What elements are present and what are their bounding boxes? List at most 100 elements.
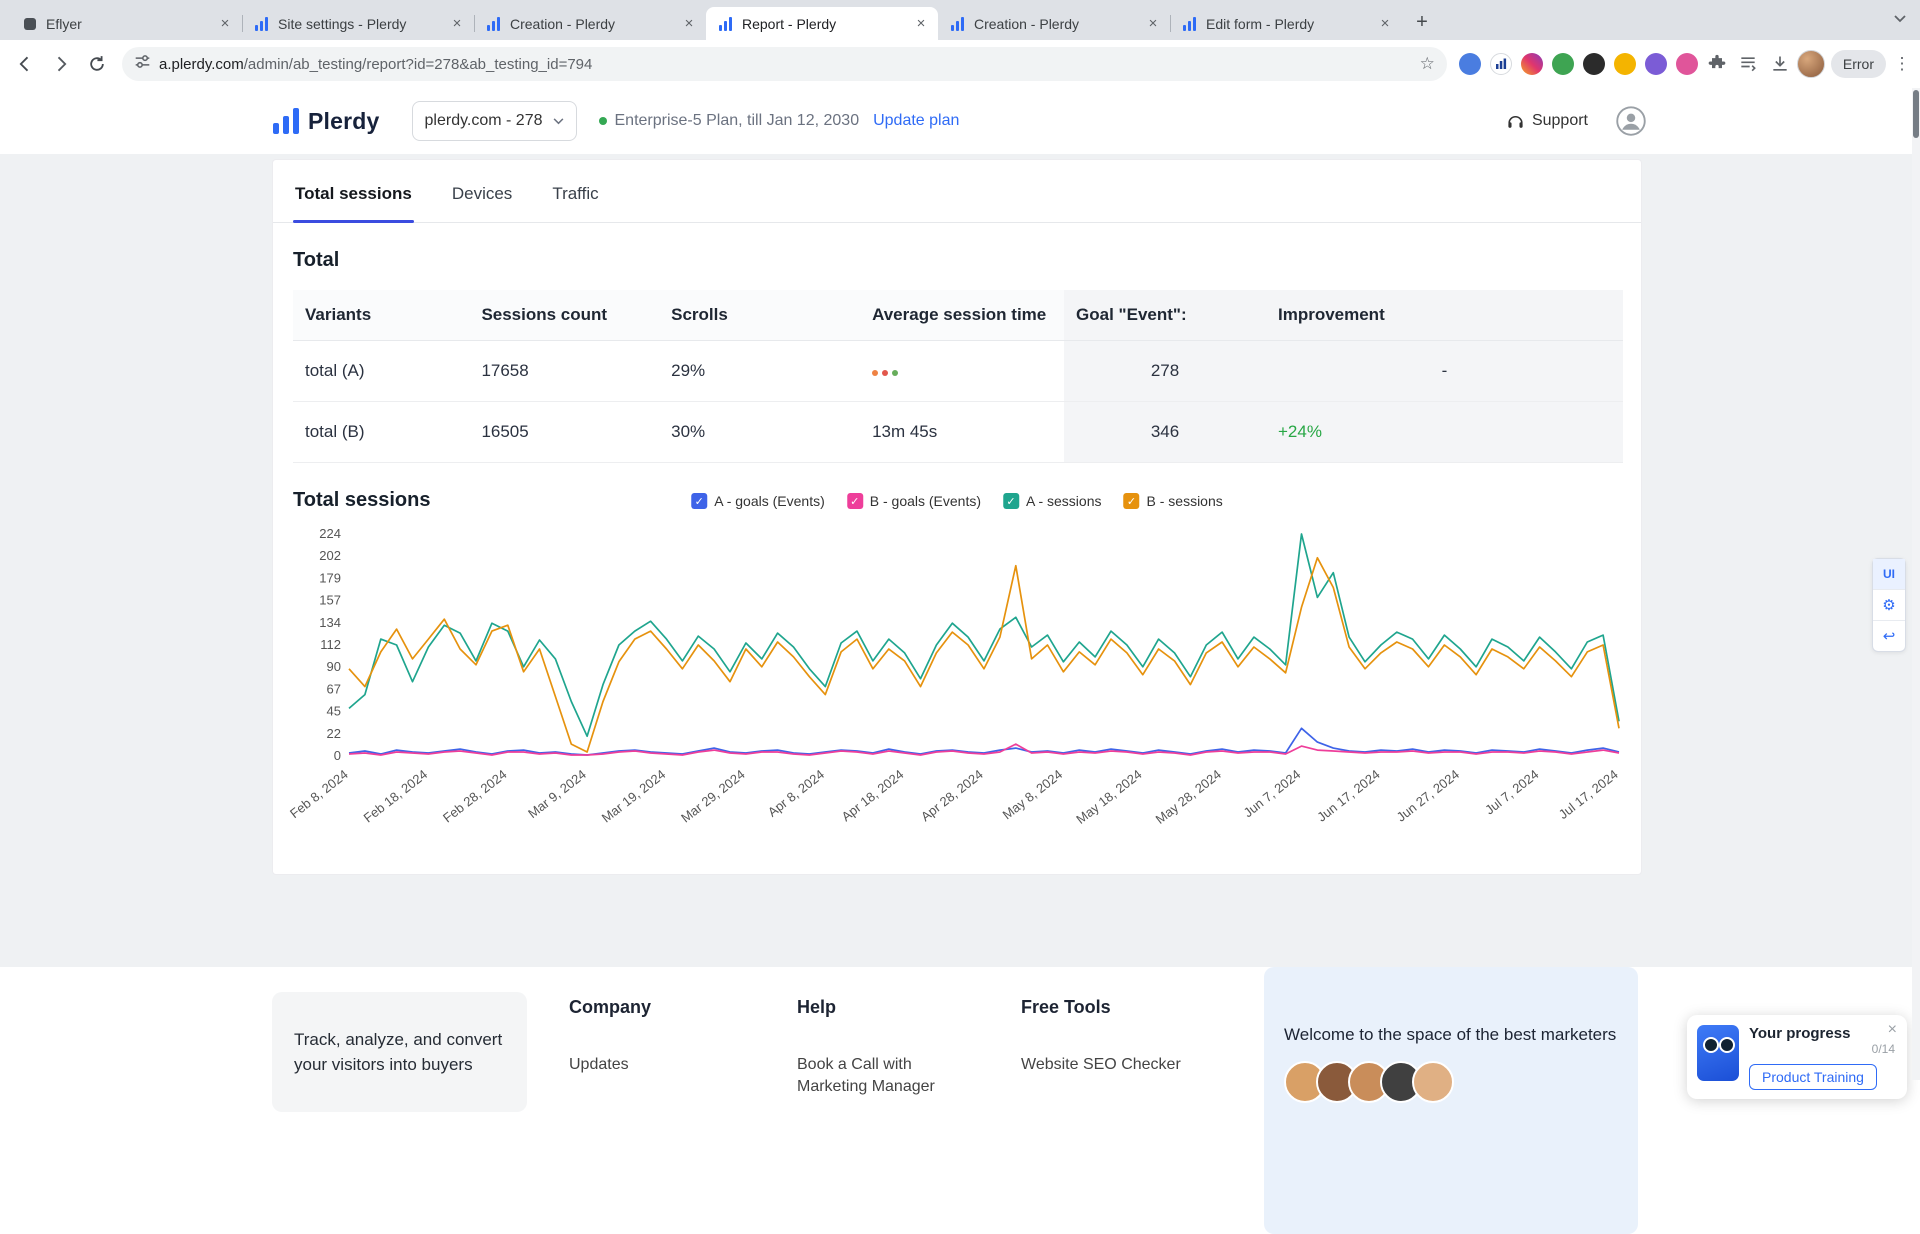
plerdy-logo[interactable]: Plerdy xyxy=(272,107,380,135)
legend-item[interactable]: ✓ A - goals (Events) xyxy=(691,493,825,509)
back-button[interactable] xyxy=(8,47,42,81)
extension-icon[interactable] xyxy=(1551,53,1574,75)
legend-item[interactable]: ✓ B - goals (Events) xyxy=(846,493,981,509)
scrollbar-thumb[interactable] xyxy=(1913,90,1919,138)
side-tools-panel: UI ⚙ ↩ xyxy=(1872,558,1906,652)
footer-community-card: Welcome to the space of the best markete… xyxy=(1264,967,1638,1234)
tab-close-icon[interactable]: × xyxy=(912,15,930,33)
footer-link-updates[interactable]: Updates xyxy=(569,1054,749,1076)
product-training-button[interactable]: Product Training xyxy=(1749,1064,1877,1090)
table-row-variant-a: total (A) 17658 29% 278 - xyxy=(293,340,1623,402)
site-settings-icon[interactable] xyxy=(134,53,151,75)
tab-close-icon[interactable]: × xyxy=(1376,15,1394,33)
progress-count: 0/14 xyxy=(1871,1042,1895,1056)
extension-icon[interactable] xyxy=(1489,53,1512,75)
footer-column-help: Help Book a Call with Marketing Manager xyxy=(797,997,977,1099)
eflyer-favicon xyxy=(22,16,38,32)
extensions-puzzle-icon[interactable] xyxy=(1707,54,1727,74)
svg-text:Feb 28, 2024: Feb 28, 2024 xyxy=(440,767,510,826)
ui-mode-button[interactable]: UI xyxy=(1873,559,1905,590)
address-bar[interactable]: a.plerdy.com/admin/ab_testing/report?id=… xyxy=(122,47,1447,81)
footer-link-seo-checker[interactable]: Website SEO Checker xyxy=(1021,1054,1201,1076)
tab-close-icon[interactable]: × xyxy=(448,15,466,33)
svg-text:Apr 28, 2024: Apr 28, 2024 xyxy=(918,767,986,825)
browser-tab[interactable]: Site settings - Plerdy × xyxy=(242,7,474,40)
cell-goal: 278 xyxy=(1064,340,1266,402)
svg-text:Apr 18, 2024: Apr 18, 2024 xyxy=(839,767,907,825)
svg-text:Jul 17, 2024: Jul 17, 2024 xyxy=(1556,767,1621,822)
page-scrollbar[interactable] xyxy=(1912,88,1920,1080)
browser-tab[interactable]: Creation - Plerdy × xyxy=(938,7,1170,40)
svg-text:112: 112 xyxy=(320,637,341,652)
close-icon[interactable]: × xyxy=(1888,1021,1897,1039)
footer-column-title: Free Tools xyxy=(1021,997,1111,1017)
svg-text:45: 45 xyxy=(327,703,341,718)
cell-improvement-positive: +24% xyxy=(1265,401,1623,463)
svg-text:Mar 29, 2024: Mar 29, 2024 xyxy=(678,767,748,826)
browser-tab-active[interactable]: Report - Plerdy × xyxy=(706,7,938,40)
legend-label: B - sessions xyxy=(1146,493,1223,509)
extension-icon[interactable] xyxy=(1675,53,1698,75)
svg-text:Jun 17, 2024: Jun 17, 2024 xyxy=(1314,767,1382,825)
plerdy-favicon xyxy=(1182,16,1198,32)
extension-icon[interactable] xyxy=(1458,53,1481,75)
svg-text:May 28, 2024: May 28, 2024 xyxy=(1153,767,1224,827)
tab-traffic[interactable]: Traffic xyxy=(550,184,600,222)
extension-icon[interactable] xyxy=(1644,53,1667,75)
legend-checkbox-icon[interactable]: ✓ xyxy=(1123,493,1140,509)
loading-dots-icon xyxy=(872,361,902,380)
browser-menu-icon[interactable]: ⋮ xyxy=(1892,54,1912,74)
svg-text:Feb 18, 2024: Feb 18, 2024 xyxy=(361,767,431,826)
profile-avatar[interactable] xyxy=(1796,50,1825,78)
browser-tab[interactable]: Eflyer × xyxy=(10,7,242,40)
extension-icon[interactable] xyxy=(1613,53,1636,75)
browser-tab[interactable]: Edit form - Plerdy × xyxy=(1170,7,1402,40)
plan-status: Enterprise-5 Plan, till Jan 12, 2030 xyxy=(598,112,860,130)
legend-checkbox-icon[interactable]: ✓ xyxy=(691,493,708,509)
domain-selector[interactable]: plerdy.com - 278 xyxy=(411,101,577,141)
tab-total-sessions[interactable]: Total sessions xyxy=(293,184,414,223)
tab-devices[interactable]: Devices xyxy=(450,184,514,222)
undo-reply-icon[interactable]: ↩ xyxy=(1873,621,1905,651)
reading-list-icon[interactable] xyxy=(1733,49,1763,79)
downloads-icon[interactable] xyxy=(1765,49,1795,79)
legend-checkbox-icon[interactable]: ✓ xyxy=(846,493,863,509)
legend-item[interactable]: ✓ B - sessions xyxy=(1123,493,1223,509)
footer-link-book-call[interactable]: Book a Call with Marketing Manager xyxy=(797,1054,977,1099)
update-plan-link[interactable]: Update plan xyxy=(873,112,959,130)
total-section-title: Total xyxy=(293,249,340,271)
tab-close-icon[interactable]: × xyxy=(680,15,698,33)
support-label: Support xyxy=(1531,112,1588,129)
tab-close-icon[interactable]: × xyxy=(1144,15,1162,33)
tabstrip-chevron-icon[interactable] xyxy=(1894,10,1906,28)
url-text: a.plerdy.com/admin/ab_testing/report?id=… xyxy=(159,55,593,73)
legend-checkbox-icon[interactable]: ✓ xyxy=(1003,493,1020,509)
plerdy-favicon xyxy=(950,16,966,32)
support-button[interactable]: Support xyxy=(1506,112,1588,131)
community-title: Welcome to the space of the best markete… xyxy=(1284,1025,1617,1044)
settings-gear-icon[interactable]: ⚙ xyxy=(1873,590,1905,621)
forward-button[interactable] xyxy=(44,47,78,81)
page-content: Total sessions Devices Traffic Total Var… xyxy=(0,154,1920,1234)
plan-text: Enterprise-5 Plan, till Jan 12, 2030 xyxy=(614,112,860,129)
extension-icon[interactable] xyxy=(1582,53,1605,75)
svg-text:Jul 7, 2024: Jul 7, 2024 xyxy=(1482,767,1541,818)
svg-text:Feb 8, 2024: Feb 8, 2024 xyxy=(287,767,351,822)
reload-button[interactable] xyxy=(80,47,114,81)
browser-window: Eflyer × Site settings - Plerdy × Creati… xyxy=(0,0,1920,1234)
profile-error-button[interactable]: Error xyxy=(1830,50,1886,78)
community-avatars xyxy=(1284,1061,1618,1103)
avatar xyxy=(1412,1061,1454,1103)
svg-text:Mar 9, 2024: Mar 9, 2024 xyxy=(525,767,589,822)
user-avatar[interactable] xyxy=(1614,104,1648,138)
cell-variant: total (B) xyxy=(293,401,470,463)
extension-icon[interactable] xyxy=(1520,53,1543,75)
new-tab-button[interactable]: + xyxy=(1408,8,1436,36)
browser-tab[interactable]: Creation - Plerdy × xyxy=(474,7,706,40)
cell-scrolls: 30% xyxy=(659,401,861,463)
tab-close-icon[interactable]: × xyxy=(216,15,234,33)
footer-tagline-card: Track, analyze, and convert your visitor… xyxy=(272,992,527,1112)
bookmark-star-icon[interactable]: ☆ xyxy=(1420,54,1435,74)
svg-text:179: 179 xyxy=(319,571,341,586)
legend-item[interactable]: ✓ A - sessions xyxy=(1003,493,1102,509)
